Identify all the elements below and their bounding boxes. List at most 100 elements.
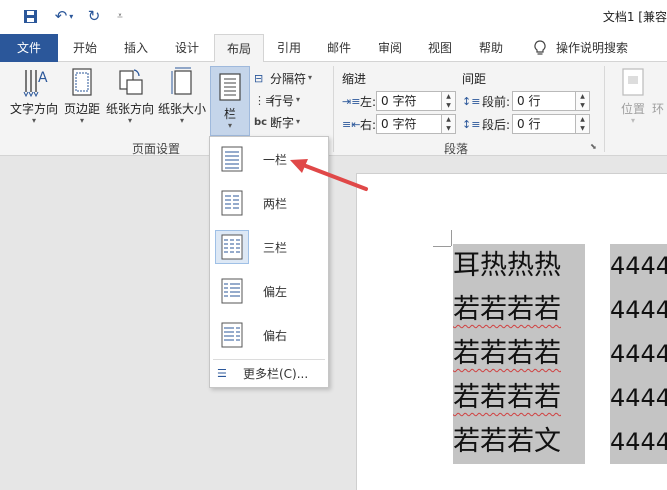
menu-item-label: 偏右 [263,328,288,343]
orientation-icon [119,69,143,95]
menu-item-label: 一栏 [263,152,288,167]
wrap-text-button[interactable]: 环 [652,66,667,128]
ribbon-layout: A 文字方向 ▾ 页边距 ▾ 纸张方向 ▾ 纸张大小 ▾ 栏 ▾ ⊟ 分隔符 ▾… [0,62,667,156]
spacing-after-input[interactable]: 0 行 [512,114,576,134]
breaks-button[interactable]: ⊟ 分隔符 ▾ [254,68,312,88]
text-line: 若若若若 [453,332,585,376]
text-line: 4444 [610,376,667,420]
position-label: 位置 [620,102,645,116]
indent-left-spinner[interactable]: ▲ ▼ [442,91,456,111]
spacing-after-label: 段后: [482,117,511,132]
document-title: 文档1 [兼容 [602,10,667,24]
annotation-arrow [290,159,368,191]
svg-text:A: A [38,70,48,86]
spacing-before-icon: ↕≡ [462,94,481,108]
crop-mark [433,246,451,247]
paragraph-group-label: 段落 [444,142,469,156]
orientation-button[interactable]: 纸张方向 ▾ [104,66,156,128]
menu-item-more-columns[interactable]: ☰ 更多栏(C)... [213,363,325,383]
left-column-icon [215,274,249,308]
menu-item-label: 两栏 [263,196,288,211]
redo-icon[interactable]: ↻ [86,6,102,26]
line-numbers-icon: ⋮≡ [254,93,275,107]
chevron-down-icon: ▾ [31,116,36,125]
text-line: 4444 [610,332,667,376]
spacing-before-spinner[interactable]: ▲ ▼ [576,91,590,111]
hyphenation-label: 断字 [270,115,295,130]
margins-button[interactable]: 页边距 ▾ [62,66,102,128]
tab-layout[interactable]: 布局 [214,34,264,63]
menu-item-three-columns[interactable]: 三栏 [213,227,325,267]
lightbulb-icon [530,34,550,62]
document-page[interactable]: 耳热热热 若若若若 若若若若 若若若若 若若若文 4444 4444 4444 … [356,173,667,490]
text-line: 若若若若 [453,288,585,332]
menu-separator [213,359,325,360]
menu-item-label: 更多栏(C)... [243,366,309,381]
spacing-before-label: 段前: [482,94,511,109]
save-icon[interactable] [20,6,40,26]
tab-view[interactable]: 视图 [416,34,464,62]
paper-size-icon [171,67,192,95]
group-separator [333,66,334,152]
size-label: 纸张大小 [157,102,206,116]
menu-item-label: 三栏 [263,240,288,255]
text-line: 4444 [610,244,667,288]
tell-me-search[interactable]: 操作说明搜索 [556,34,636,62]
indent-right-input[interactable]: 0 字符 [376,114,442,134]
text-direction-label: 文字方向 [9,102,58,116]
orientation-label: 纸张方向 [105,102,154,116]
chevron-down-icon: ▾ [79,116,84,125]
columns-button[interactable]: 栏 ▾ [210,66,250,136]
customize-toolbar-icon[interactable]: ⩡ [114,6,126,26]
text-column-1[interactable]: 耳热热热 若若若若 若若若若 若若若若 若若若文 [453,244,585,464]
wrap-text-label: 环 [652,102,665,116]
columns-label: 栏 [223,107,236,121]
two-columns-icon [215,186,249,220]
text-line: 若若若若 [453,376,585,420]
tab-review[interactable]: 审阅 [366,34,414,62]
menu-item-right[interactable]: 偏右 [213,315,325,355]
dialog-launcher-icon[interactable]: ⬊ [590,142,597,151]
menu-item-left[interactable]: 偏左 [213,271,325,311]
position-button[interactable]: 位置 ▾ [614,66,652,128]
crop-mark [451,230,452,246]
indent-right-row: ≡⇤ 右: 0 字符 ▲ ▼ [342,114,456,134]
chevron-down-icon: ▾ [630,116,635,125]
ribbon-tabs: 文件 开始 插入 设计 布局 引用 邮件 审阅 视图 帮助 操作说明搜索 [0,34,667,63]
spacing-after-spinner[interactable]: ▲ ▼ [576,114,590,134]
indent-left-label: 左: [360,94,377,109]
text-direction-icon: A [23,70,48,98]
indent-heading: 缩进 [342,71,367,86]
position-icon [622,68,644,96]
text-direction-button[interactable]: A 文字方向 ▾ [6,66,62,128]
tab-insert[interactable]: 插入 [112,34,160,62]
text-line: 耳热热热 [453,244,585,288]
line-numbers-button[interactable]: ⋮≡ 行号 ▾ [254,90,300,110]
tab-design[interactable]: 设计 [162,34,212,62]
tab-home[interactable]: 开始 [60,34,110,62]
text-column-2[interactable]: 4444 4444 4444 4444 4444 [610,244,667,464]
document-area[interactable]: 耳热热热 若若若若 若若若若 若若若若 若若若文 4444 4444 4444 … [0,157,667,490]
tab-file[interactable]: 文件 [0,34,58,62]
indent-left-input[interactable]: 0 字符 [376,91,442,111]
tab-help[interactable]: 帮助 [466,34,516,62]
text-line: 4444 [610,420,667,464]
text-line: 若若若文 [453,420,585,464]
right-column-icon [215,318,249,352]
more-columns-icon: ☰ [217,366,227,380]
wrap-text-icon [652,66,667,98]
tab-mailings[interactable]: 邮件 [316,34,362,62]
size-button[interactable]: 纸张大小 ▾ [156,66,208,128]
one-column-icon [215,142,249,176]
spacing-heading: 间距 [462,71,487,86]
group-separator [604,66,605,152]
chevron-down-icon: ▾ [127,116,132,125]
spacing-before-input[interactable]: 0 行 [512,91,576,111]
spacing-before-row: ↕≡ 段前: 0 行 ▲ ▼ [462,91,590,111]
hyphenation-button[interactable]: bc 断字 ▾ [254,112,300,132]
undo-icon[interactable]: ↶ ▾ [50,6,78,26]
chevron-down-icon: ▾ [296,117,301,126]
indent-right-spinner[interactable]: ▲ ▼ [442,114,456,134]
tab-references[interactable]: 引用 [266,34,312,62]
chevron-down-icon: ▾ [227,121,232,130]
